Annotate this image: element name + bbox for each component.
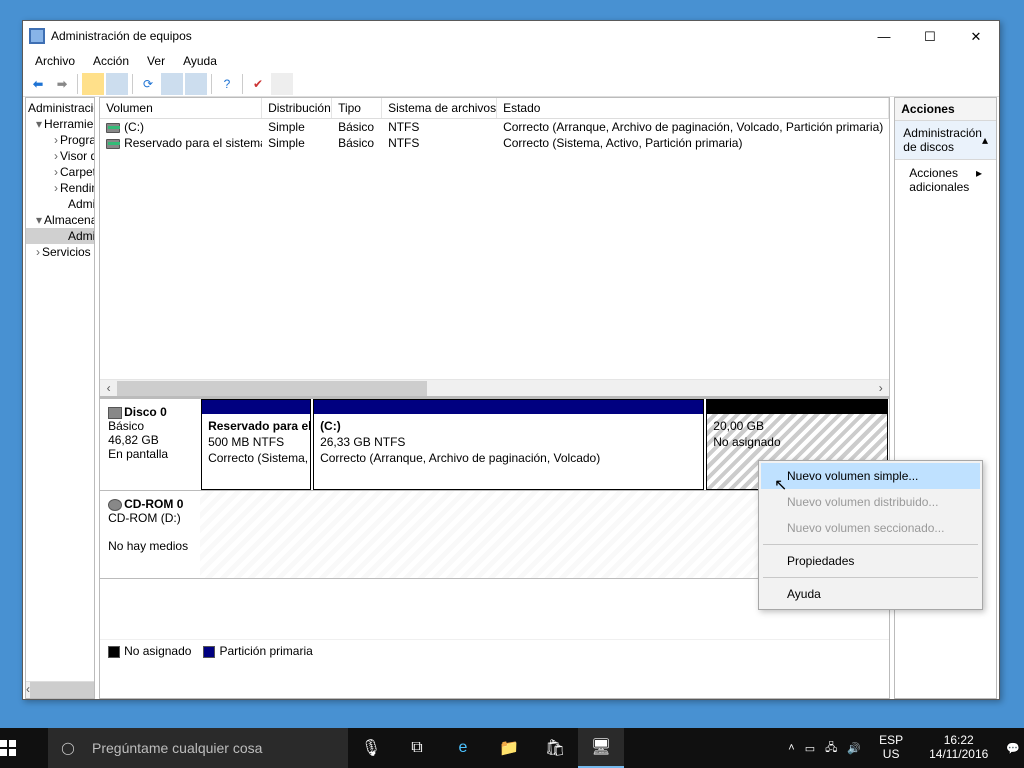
tray-lang1[interactable]: ESP <box>879 733 903 747</box>
toolbar-btn-6[interactable]: ✔ <box>247 73 269 95</box>
tree-disk-management[interactable]: Administración de discos <box>26 228 94 244</box>
window-title: Administración de equipos <box>51 29 192 43</box>
tray-chevron-icon[interactable]: ˄ <box>788 742 794 754</box>
mic-icon[interactable]: 🎙 <box>348 728 394 768</box>
help-button[interactable]: ? <box>216 73 238 95</box>
col-fs[interactable]: Sistema de archivos <box>382 98 497 118</box>
tray-lang2[interactable]: US <box>883 747 900 761</box>
tree-performance[interactable]: ›Rendimiento <box>26 180 94 196</box>
tree-task-scheduler[interactable]: ›Programador de tareas <box>26 132 94 148</box>
menu-ver[interactable]: Ver <box>141 52 171 70</box>
clock[interactable]: 16:22 14/11/2016 <box>921 734 996 762</box>
volume-list[interactable]: (C:) Simple Básico NTFS Correcto (Arranq… <box>100 119 889 379</box>
tree-scrollbar[interactable]: ‹› <box>26 681 94 698</box>
context-menu: Nuevo volumen simple... Nuevo volumen di… <box>758 460 983 610</box>
taskbar: ◯ Pregúntame cualquier cosa 🎙 ⧉ e 📁 🛍 🖥 … <box>0 728 1024 768</box>
volume-row-reserved[interactable]: Reservado para el sistema Simple Básico … <box>100 135 889 151</box>
toolbar-btn-7[interactable] <box>271 73 293 95</box>
tree-root[interactable]: Administración del equipo (local) <box>26 100 94 116</box>
volume-row-c[interactable]: (C:) Simple Básico NTFS Correcto (Arranq… <box>100 119 889 135</box>
menu-accion[interactable]: Acción <box>87 52 135 70</box>
tree-tools[interactable]: ▾Herramientas del sistema <box>26 116 94 132</box>
toolbar-btn-2[interactable] <box>106 73 128 95</box>
volume-list-header[interactable]: Volumen Distribución Tipo Sistema de arc… <box>100 98 889 119</box>
volume-icon <box>106 139 120 149</box>
actions-section[interactable]: Administración de discos▴ <box>895 121 996 160</box>
battery-icon[interactable]: ▭ <box>805 742 815 755</box>
menu-new-spanned-volume: Nuevo volumen distribuido... <box>761 489 980 515</box>
tree-shared-folders[interactable]: ›Carpetas compartidas <box>26 164 94 180</box>
disk-icon <box>108 407 122 419</box>
minimize-button[interactable]: — <box>861 21 907 51</box>
tree-device-manager[interactable]: Administrador de dispositivos <box>26 196 94 212</box>
taskbar-management[interactable]: 🖥 <box>578 728 624 768</box>
notifications-icon[interactable]: 💬 <box>1006 742 1020 755</box>
col-volumen[interactable]: Volumen <box>100 98 262 118</box>
toolbar-btn-1[interactable] <box>82 73 104 95</box>
maximize-button[interactable]: ☐ <box>907 21 953 51</box>
menu-new-striped-volume: Nuevo volumen seccionado... <box>761 515 980 541</box>
system-tray[interactable]: ˄ ▭ 🖧 🔊 ESP US 16:22 14/11/2016 💬 <box>788 734 1024 762</box>
volume-icon[interactable]: 🔊 <box>847 742 861 755</box>
menu-ayuda[interactable]: Ayuda <box>177 52 223 70</box>
menu-properties[interactable]: Propiedades <box>761 548 980 574</box>
network-icon[interactable]: 🖧 <box>825 739 837 758</box>
legend: No asignado Partición primaria <box>100 639 889 662</box>
back-button[interactable]: ⬅ <box>27 73 49 95</box>
actions-header: Acciones <box>895 98 996 121</box>
navigation-tree[interactable]: Administración del equipo (local) ▾Herra… <box>25 97 95 699</box>
chevron-right-icon: ▸ <box>976 166 982 194</box>
tree-services[interactable]: ›Servicios y Aplicaciones <box>26 244 94 260</box>
partition-c[interactable]: (C:) 26,33 GB NTFS Correcto (Arranque, A… <box>313 399 704 490</box>
toolbar-btn-5[interactable] <box>185 73 207 95</box>
toolbar: ⬅ ➡ ⟳ ? ✔ <box>23 71 999 97</box>
volume-list-scrollbar[interactable]: ‹› <box>100 379 889 396</box>
collapse-icon: ▴ <box>982 133 988 147</box>
cdrom-icon <box>108 499 122 511</box>
titlebar[interactable]: Administración de equipos — ☐ ✕ <box>23 21 999 51</box>
app-icon <box>29 28 45 44</box>
col-distribucion[interactable]: Distribución <box>262 98 332 118</box>
tree-storage[interactable]: ▾Almacenamiento <box>26 212 94 228</box>
task-view-button[interactable]: ⧉ <box>394 728 440 768</box>
forward-button[interactable]: ➡ <box>51 73 73 95</box>
actions-more[interactable]: Acciones adicionales▸ <box>895 160 996 200</box>
taskbar-store[interactable]: 🛍 <box>532 728 578 768</box>
menu-archivo[interactable]: Archivo <box>29 52 81 70</box>
volume-icon <box>106 123 120 133</box>
cortana-icon: ◯ <box>48 741 88 755</box>
menubar: Archivo Acción Ver Ayuda <box>23 51 999 71</box>
menu-help[interactable]: Ayuda <box>761 581 980 607</box>
search-placeholder: Pregúntame cualquier cosa <box>88 740 262 756</box>
col-tipo[interactable]: Tipo <box>332 98 382 118</box>
refresh-button[interactable]: ⟳ <box>137 73 159 95</box>
col-estado[interactable]: Estado <box>497 98 889 118</box>
start-button[interactable] <box>0 740 48 756</box>
tree-event-viewer[interactable]: ›Visor de eventos <box>26 148 94 164</box>
taskbar-edge[interactable]: e <box>440 728 486 768</box>
toolbar-btn-4[interactable] <box>161 73 183 95</box>
partition-reserved[interactable]: Reservado para el sistema 500 MB NTFS Co… <box>201 399 311 490</box>
search-box[interactable]: ◯ Pregúntame cualquier cosa <box>48 728 348 768</box>
disk-0-info[interactable]: Disco 0 Básico 46,82 GB En pantalla <box>100 399 200 490</box>
close-button[interactable]: ✕ <box>953 21 999 51</box>
menu-new-simple-volume[interactable]: Nuevo volumen simple... <box>761 463 980 489</box>
taskbar-explorer[interactable]: 📁 <box>486 728 532 768</box>
